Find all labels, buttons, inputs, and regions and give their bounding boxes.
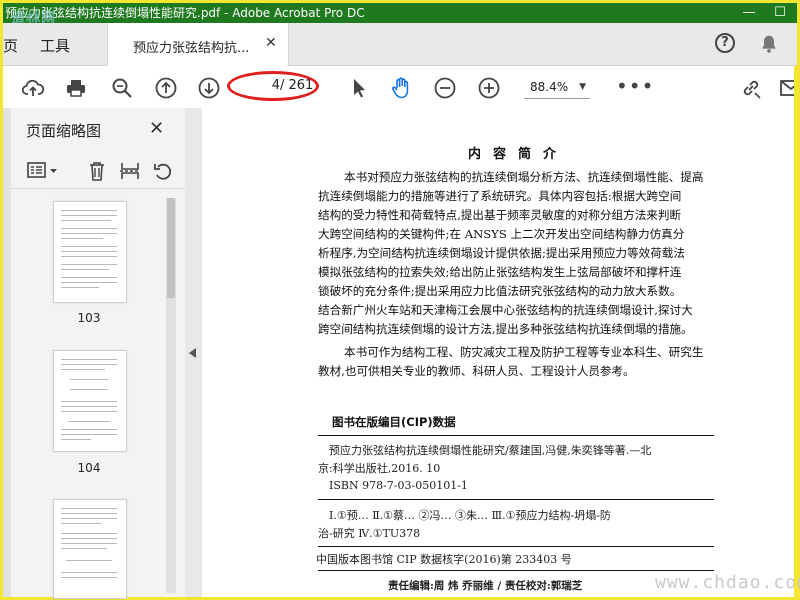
zoom-out-icon[interactable] [433,76,457,100]
cip-line: 治-研究 Ⅳ.①TU378 [318,527,421,540]
tab-document-label: 预应力张弦结构抗... [133,41,250,56]
cip-line: 中国版本图书馆 CIP 数据核字(2016)第 233403 号 [316,553,572,566]
panel-title: 页面缩略图 [26,122,102,140]
collapse-arrow-icon[interactable] [189,348,196,358]
cip-divider-top [318,435,714,436]
cip-line: Ⅰ.①预… Ⅱ.①蔡… ②冯… ③朱… Ⅲ.①预应力结构-坍塌-防 [329,509,611,522]
next-page-icon[interactable] [197,76,221,100]
sidebar-edge [3,108,11,597]
title-bar: 预应力张弦结构抗连续倒塌性能研究.pdf - Adobe Acrobat Pro… [3,3,797,27]
minimize-button[interactable]: — [738,3,760,23]
print-icon[interactable] [64,76,88,100]
cip-divider-mid [318,499,714,500]
red-highlight-annotation [227,71,319,101]
cip-line: 预应力张弦结构抗连续倒塌性能研究/蔡建国,冯健,朱奕锋等著.—北 [329,444,652,457]
page-thumbnail-105[interactable] [53,499,127,599]
audience-paragraph: 本书可作为结构工程、防灾减灾工程及防护工程等专业本科生、研究生 教材,也可供相关… [318,345,704,378]
panel-toolbar [11,148,185,189]
intro-paragraph: 本书对预应力张弦结构的抗连续倒塌分析方法、抗连续倒塌性能、提高 抗连续倒塌能力的… [318,170,704,336]
window-right-edge [794,66,797,597]
chevron-down-icon: ▼ [579,82,586,92]
select-cursor-icon[interactable] [347,76,371,100]
scrollbar-thumb[interactable] [167,198,175,298]
window-title: 预应力张弦结构抗连续倒塌性能研究.pdf - Adobe Acrobat Pro… [5,6,365,20]
page-heading: 内容简介 [468,147,569,162]
panel-collapse-strip[interactable] [185,108,202,597]
thumbnail-label-104: 104 [77,461,101,475]
extract-pages-icon[interactable] [119,160,141,182]
page-thumbnails-panel: 页面缩略图 ✕ 103 104 [3,108,186,599]
cip-divider-low [318,546,714,547]
tab-tools[interactable]: 工具 [40,35,70,56]
zoom-search-icon[interactable] [110,76,134,100]
page-thumbnail-103[interactable] [53,201,127,303]
hand-tool-icon[interactable] [389,76,413,100]
tab-bar: 页 工具 预应力张弦结构抗... ✕ ? [3,23,797,66]
page-thumbnail-104[interactable] [53,350,127,452]
more-options-icon[interactable]: ••• [616,76,654,96]
site-watermark: www.chdao.com [655,572,800,593]
zoom-in-icon[interactable] [477,76,501,100]
bell-icon[interactable] [758,33,780,55]
zoom-level-value: 88.4% [530,80,569,94]
help-icon[interactable]: ? [715,33,735,53]
cip-line: ISBN 978-7-03-050101-1 [329,479,468,492]
cip-divider-bottom [318,570,714,571]
cip-line: 京:科学出版社,2016. 10 [318,462,441,475]
document-view[interactable]: 内容简介 本书对预应力张弦结构的抗连续倒塌分析方法、抗连续倒塌性能、提高 抗连续… [202,108,797,597]
tab-close-button[interactable]: ✕ [265,35,277,51]
maximize-button[interactable]: ☐ [769,3,791,23]
zoom-level-select[interactable]: 88.4% ▼ [524,76,590,99]
cip-heading: 图书在版编目(CIP)数据 [332,415,456,429]
link-icon[interactable] [739,76,763,100]
rotate-icon[interactable] [152,160,174,182]
main-toolbar: 4 / 261 88.4% ▼ ••• [3,66,797,109]
cloud-upload-icon[interactable] [21,76,45,100]
panel-close-button[interactable]: ✕ [149,118,164,139]
tab-home[interactable]: 页 [3,35,18,56]
trash-icon[interactable] [86,160,108,182]
editor-line: 责任编辑:周 炜 乔丽维 / 责任校对:郭瑞芝 [388,580,583,592]
thumbnail-scrollbar[interactable] [166,198,176,593]
tab-document[interactable]: 预应力张弦结构抗... ✕ [107,23,289,66]
previous-page-icon[interactable] [154,76,178,100]
thumbnail-label-103: 103 [77,311,101,325]
thumbnail-options-icon[interactable] [26,160,62,182]
